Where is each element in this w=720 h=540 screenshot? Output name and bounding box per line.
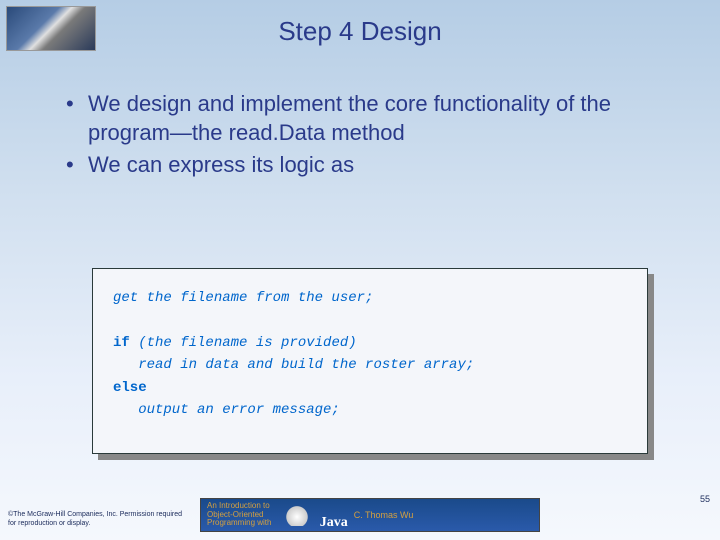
banner-intro: An Introduction to Object-Oriented Progr…	[207, 502, 271, 528]
slide-title: Step 4 Design	[0, 16, 720, 47]
keyword-else: else	[113, 380, 147, 396]
page-number: 55	[700, 494, 710, 504]
banner-author: C. Thomas Wu	[354, 510, 414, 520]
pseudocode-box: get the filename from the user; if (the …	[92, 268, 648, 454]
code-line: get the filename from the user;	[113, 290, 373, 306]
code-then: read in data and build the roster array;	[113, 357, 474, 373]
book-banner: An Introduction to Object-Oriented Progr…	[200, 498, 540, 532]
code-condition: (the filename is provided)	[138, 335, 356, 351]
java-logo: Java	[277, 500, 347, 531]
banner-intro-line: Programming with	[207, 519, 271, 528]
keyword-if: if	[113, 335, 130, 351]
bullet-list: We design and implement the core functio…	[60, 90, 660, 184]
bullet-item: We design and implement the core functio…	[60, 90, 660, 147]
code-else-body: output an error message;	[113, 402, 340, 418]
bullet-item: We can express its logic as	[60, 151, 660, 180]
java-wordmark: Java	[320, 515, 348, 530]
copyright-text: ©The McGraw-Hill Companies, Inc. Permiss…	[8, 510, 188, 528]
coffee-cup-icon	[277, 500, 317, 526]
